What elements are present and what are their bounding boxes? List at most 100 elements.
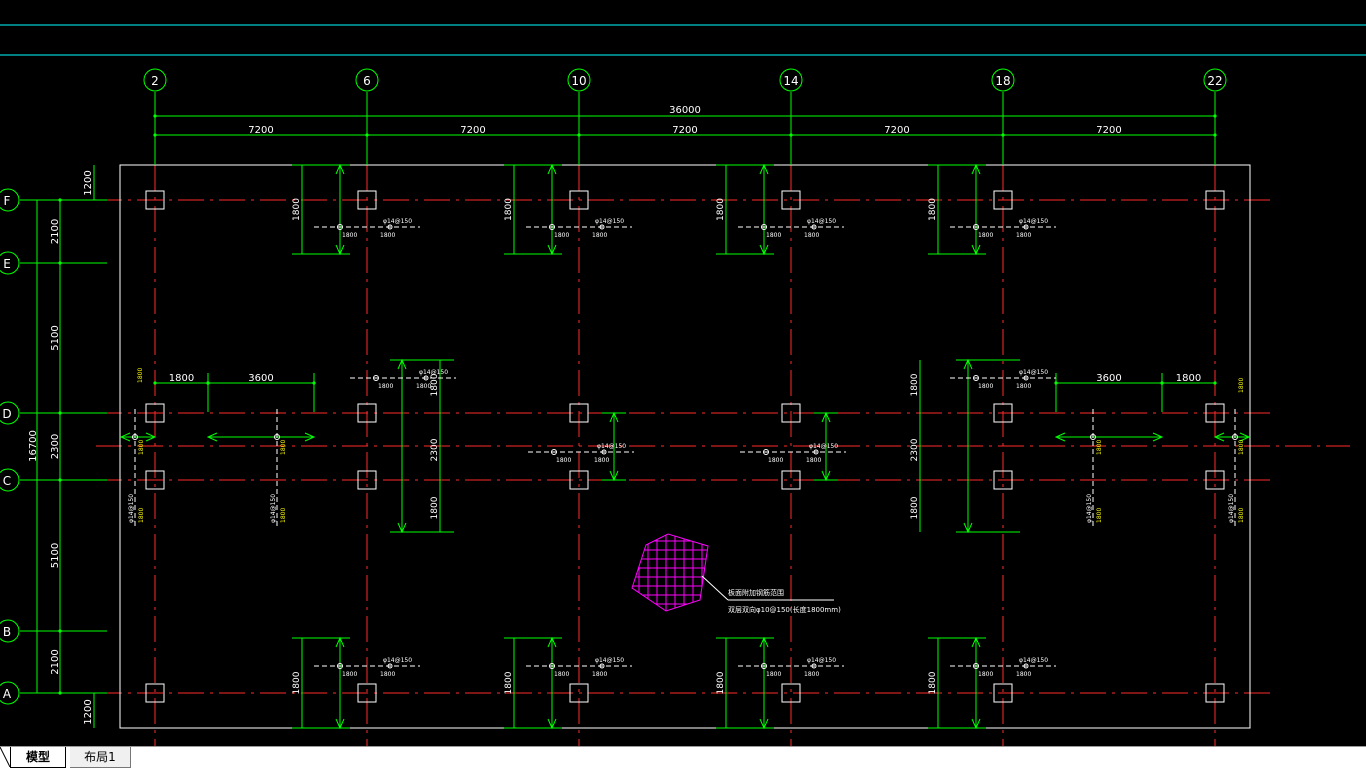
rebar-length: 1800 <box>138 508 145 523</box>
strip-dimension-label: 3600 <box>248 373 273 384</box>
rebar-length: 1800 <box>137 368 144 383</box>
span-dimension-label: 2100 <box>50 649 61 674</box>
rebar-length: 1800 <box>978 671 993 678</box>
layout-tab-bar: 模型 布局1 <box>0 746 1366 769</box>
rebar-note: φ14@150 <box>128 494 135 523</box>
rebar-note: φ14@150 <box>597 443 626 450</box>
dimension-tick <box>153 114 157 118</box>
dimension-tick <box>58 629 62 633</box>
rebar-length: 1800 <box>768 457 783 464</box>
rebar-length: 1800 <box>380 671 395 678</box>
rebar-length: 1800 <box>556 457 571 464</box>
tab-scroll-icon <box>0 747 10 767</box>
grid-bubble-label: 10 <box>571 74 586 88</box>
rebar-length: 1800 <box>342 671 357 678</box>
cad-drawing-canvas[interactable]: 7200 7200 7200 7200 7200 2100 5100 2300 5100 2100… <box>0 0 1366 746</box>
strip-dimension-label: 2300 <box>430 438 440 461</box>
strip-dimension-label: 1800 <box>910 496 920 519</box>
edge-dimension-bottom: 1200 <box>83 699 94 724</box>
strip-dimension-label: 1800 <box>1176 373 1201 384</box>
dimension-tick <box>1213 133 1217 137</box>
grid-bubble-label: 22 <box>1207 74 1222 88</box>
span-dimension-label: 5100 <box>50 325 61 350</box>
dimension-tick <box>58 691 62 695</box>
dimension-tick <box>58 198 62 202</box>
rebar-length: 1800 <box>1096 508 1103 523</box>
rebar-note: φ14@150 <box>1086 494 1093 523</box>
rebar-note: φ14@150 <box>807 657 836 664</box>
rebar-length: 1800 <box>280 508 287 523</box>
strip-dimension-label: 1800 <box>928 198 938 221</box>
rebar-length: 1800 <box>978 383 993 390</box>
rebar-length: 1800 <box>594 457 609 464</box>
rebar-note: φ14@150 <box>807 218 836 225</box>
strip-dimension-label: 1800 <box>504 671 514 694</box>
total-dimension-top: 36000 <box>669 105 701 116</box>
rebar-note: φ14@150 <box>270 494 277 523</box>
rebar-length: 1800 <box>554 671 569 678</box>
dimension-tick <box>577 133 581 137</box>
rebar-length: 1800 <box>342 232 357 239</box>
dimension-tick <box>153 133 157 137</box>
dimension-tick <box>789 133 793 137</box>
grid-bubble-label: 6 <box>363 74 371 88</box>
strip-dimension-label: 1800 <box>716 671 726 694</box>
rebar-length: 1800 <box>592 232 607 239</box>
rebar-note: φ14@150 <box>595 218 624 225</box>
dimension-tick <box>58 478 62 482</box>
rebar-length: 1800 <box>766 671 781 678</box>
grid-bubble-label: 2 <box>151 74 159 88</box>
dimension-tick <box>1213 114 1217 118</box>
span-dimension-label: 2100 <box>50 219 61 244</box>
strip-dimension-label: 1800 <box>169 373 194 384</box>
rebar-length: 1800 <box>766 232 781 239</box>
grid-bubble-label: E <box>3 257 11 271</box>
rebar-note: φ14@150 <box>1019 369 1048 376</box>
hatch-note-line2: 双层双向φ10@150(长度1800mm) <box>728 605 841 614</box>
rebar-length: 1800 <box>380 232 395 239</box>
dimension-tick <box>58 261 62 265</box>
dimension-tick <box>1213 381 1217 385</box>
strip-dimension-label: 1800 <box>910 373 920 396</box>
grid-bubble-label: 18 <box>995 74 1010 88</box>
rebar-length: 1800 <box>554 232 569 239</box>
rebar-note: φ14@150 <box>419 369 448 376</box>
total-dimension-left: 16700 <box>28 430 39 462</box>
span-dimension-label: 7200 <box>884 125 909 136</box>
tab-model[interactable]: 模型 <box>10 747 66 768</box>
rebar-length: 1800 <box>280 440 287 455</box>
dimension-tick <box>1001 133 1005 137</box>
rebar-note: φ14@150 <box>383 218 412 225</box>
rebar-length: 1800 <box>1238 378 1245 393</box>
span-dimension-label: 7200 <box>672 125 697 136</box>
rebar-length: 1800 <box>1016 232 1031 239</box>
rebar-length: 1800 <box>1016 383 1031 390</box>
dimension-tick <box>153 381 157 385</box>
rebar-length: 1800 <box>592 671 607 678</box>
strip-dimension-label: 1800 <box>292 671 302 694</box>
span-dimension-label: 7200 <box>460 125 485 136</box>
rebar-note: φ14@150 <box>595 657 624 664</box>
hatch-note-line1: 板面附加钢筋范围 <box>728 588 784 597</box>
span-dimension-label: 7200 <box>1096 125 1121 136</box>
span-dimension-label: 5100 <box>50 543 61 568</box>
rebar-length: 1800 <box>804 671 819 678</box>
strip-dimension-label: 1800 <box>292 198 302 221</box>
rebar-length: 1800 <box>1238 440 1245 455</box>
strip-dimension-label: 3600 <box>1096 373 1121 384</box>
strip-dimension-label: 1800 <box>928 671 938 694</box>
strip-dimension-label: 1800 <box>430 373 440 396</box>
grid-bubble-label: A <box>3 687 12 701</box>
dimension-tick <box>365 133 369 137</box>
strip-dimension-label: 1800 <box>504 198 514 221</box>
rebar-note: φ14@150 <box>1019 218 1048 225</box>
span-dimension-label: 2300 <box>50 434 61 459</box>
tab-layout1[interactable]: 布局1 <box>70 747 131 768</box>
rebar-length: 1800 <box>806 457 821 464</box>
strip-dimension-label: 2300 <box>910 438 920 461</box>
rebar-length: 1800 <box>1096 440 1103 455</box>
rebar-length: 1800 <box>378 383 393 390</box>
rebar-note: φ14@150 <box>809 443 838 450</box>
rebar-length: 1800 <box>804 232 819 239</box>
strip-dimension-label: 1800 <box>716 198 726 221</box>
